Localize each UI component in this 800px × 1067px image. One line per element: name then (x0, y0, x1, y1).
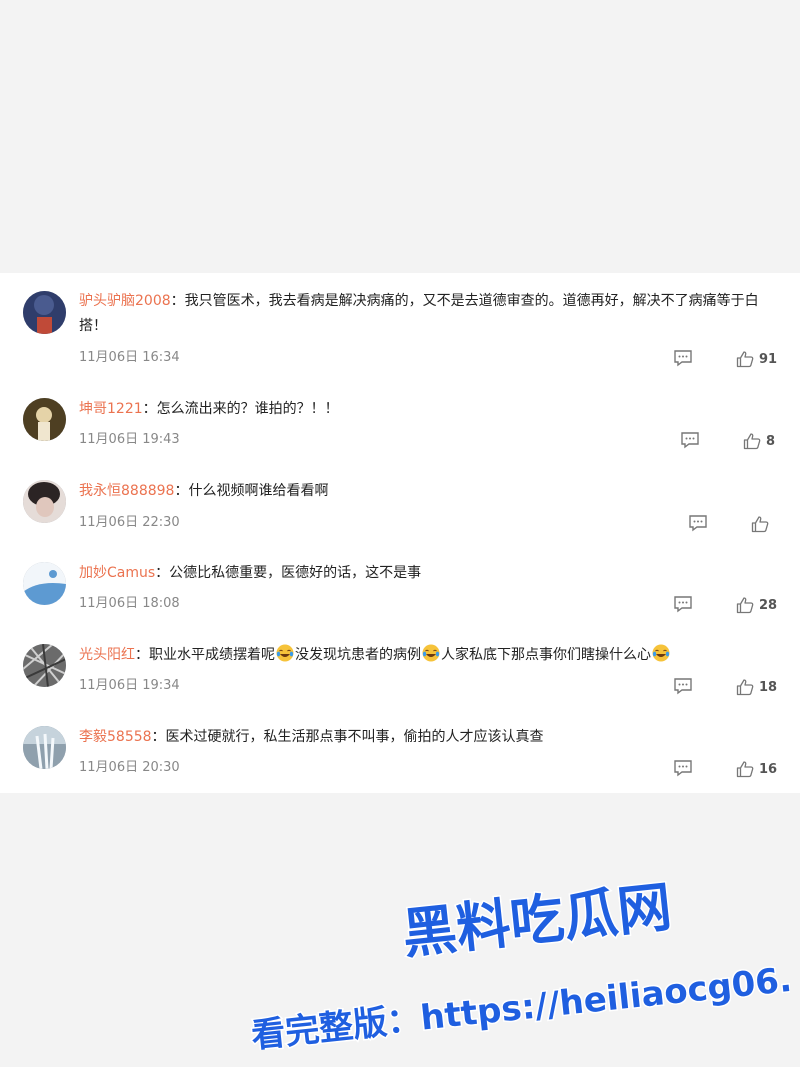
timestamp: 11月06日 19:43 (79, 432, 180, 447)
timestamp: 11月06日 22:30 (79, 515, 180, 530)
timestamp: 11月06日 19:34 (79, 678, 180, 693)
thumbs-up-icon (736, 679, 754, 696)
like-button[interactable]: 8 (743, 431, 775, 451)
comment-content: 公德比私德重要，医德好的话，这不是事 (169, 565, 422, 581)
thumbs-up-icon (751, 516, 769, 533)
thumbs-up-icon (736, 597, 754, 614)
comment-text: 加妙Camus：公德比私德重要，医德好的话，这不是事 (79, 565, 422, 581)
watermark: 黑料吃瓜网 看完整版：https://heiliaocg06.com (248, 874, 790, 1050)
like-count: 28 (759, 597, 778, 613)
watermark-brand: 黑料吃瓜网 (400, 875, 675, 966)
like-button[interactable] (751, 514, 774, 534)
comment-item: 坤哥1221：怎么流出来的？谁拍的？！！ 11月06日 19:43 8 (0, 383, 800, 465)
like-button[interactable]: 91 (736, 349, 777, 369)
like-count: 8 (766, 433, 776, 449)
comment-icon[interactable] (673, 759, 693, 777)
watermark-link: 看完整版：https://heiliaocg06.com (250, 952, 790, 1050)
comment-icon[interactable] (680, 431, 700, 449)
comment-content-part: 没发现坑患者的病例 (295, 647, 421, 663)
thumbs-up-icon (736, 761, 754, 778)
timestamp: 11月06日 20:30 (79, 760, 180, 775)
like-button[interactable]: 16 (736, 759, 777, 779)
username[interactable]: 加妙Camus (79, 565, 155, 581)
comment-text: 坤哥1221：怎么流出来的？谁拍的？！！ (79, 401, 339, 417)
laugh-cry-emoji (422, 644, 440, 662)
comment-content-part: 人家私底下那点事你们瞎操什么心 (441, 647, 651, 663)
comment-content: 什么视频啊谁给看看啊 (188, 483, 329, 499)
username[interactable]: 我永恒888898 (79, 483, 174, 499)
comment-item: 驴头驴脑2008：我只管医术，我去看病是解决病痛的，又不是去道德审查的。道德再好… (0, 273, 800, 383)
laugh-cry-emoji (276, 644, 294, 662)
comment-text: 我永恒888898：什么视频啊谁给看看啊 (79, 483, 329, 499)
thumbs-up-icon (743, 433, 761, 450)
comment-text: 驴头驴脑2008：我只管医术，我去看病是解决病痛的，又不是去道德审查的。道德再好… (79, 293, 759, 334)
comment-item: 光头阳红：职业水平成绩摆着呢 没发现坑患者的病例 人家私底下那点事你们瞎操什么心 1… (0, 629, 800, 711)
username[interactable]: 光头阳红 (79, 647, 135, 663)
laugh-cry-emoji (652, 644, 670, 662)
comment-icon[interactable] (673, 595, 693, 613)
like-count: 18 (759, 679, 778, 695)
timestamp: 11月06日 18:08 (79, 596, 180, 611)
comment-content: 怎么流出来的？谁拍的？！！ (156, 401, 339, 417)
comment-list: 驴头驴脑2008：我只管医术，我去看病是解决病痛的，又不是去道德审查的。道德再好… (0, 273, 800, 793)
username[interactable]: 坤哥1221 (79, 401, 143, 417)
comment-icon[interactable] (688, 514, 708, 532)
comment-icon[interactable] (673, 349, 693, 367)
comment-text: 光头阳红：职业水平成绩摆着呢 没发现坑患者的病例 人家私底下那点事你们瞎操什么心 (79, 643, 778, 668)
username[interactable]: 李毅58558 (79, 729, 152, 745)
avatar[interactable] (23, 726, 66, 769)
comment-text: 李毅58558：医术过硬就行，私生活那点事不叫事，偷拍的人才应该认真查 (79, 729, 544, 745)
username[interactable]: 驴头驴脑2008 (79, 293, 171, 309)
avatar[interactable] (23, 562, 66, 605)
comment-item: 加妙Camus：公德比私德重要，医德好的话，这不是事 11月06日 18:08 … (0, 547, 800, 629)
comment-icon[interactable] (673, 677, 693, 695)
thumbs-up-icon (736, 351, 754, 368)
avatar[interactable] (23, 291, 66, 334)
avatar[interactable] (23, 398, 66, 441)
comment-item: 我永恒888898：什么视频啊谁给看看啊 11月06日 22:30 (0, 465, 800, 547)
avatar[interactable] (23, 644, 66, 687)
like-button[interactable]: 18 (736, 677, 777, 697)
comment-item: 李毅58558：医术过硬就行，私生活那点事不叫事，偷拍的人才应该认真查 11月0… (0, 711, 800, 793)
avatar[interactable] (23, 480, 66, 523)
like-button[interactable]: 28 (736, 595, 777, 615)
comment-content: 医术过硬就行，私生活那点事不叫事，偷拍的人才应该认真查 (165, 729, 544, 745)
like-count: 91 (759, 351, 778, 367)
comment-content-part: 职业水平成绩摆着呢 (149, 647, 275, 663)
timestamp: 11月06日 16:34 (79, 350, 180, 365)
like-count: 16 (759, 761, 778, 777)
